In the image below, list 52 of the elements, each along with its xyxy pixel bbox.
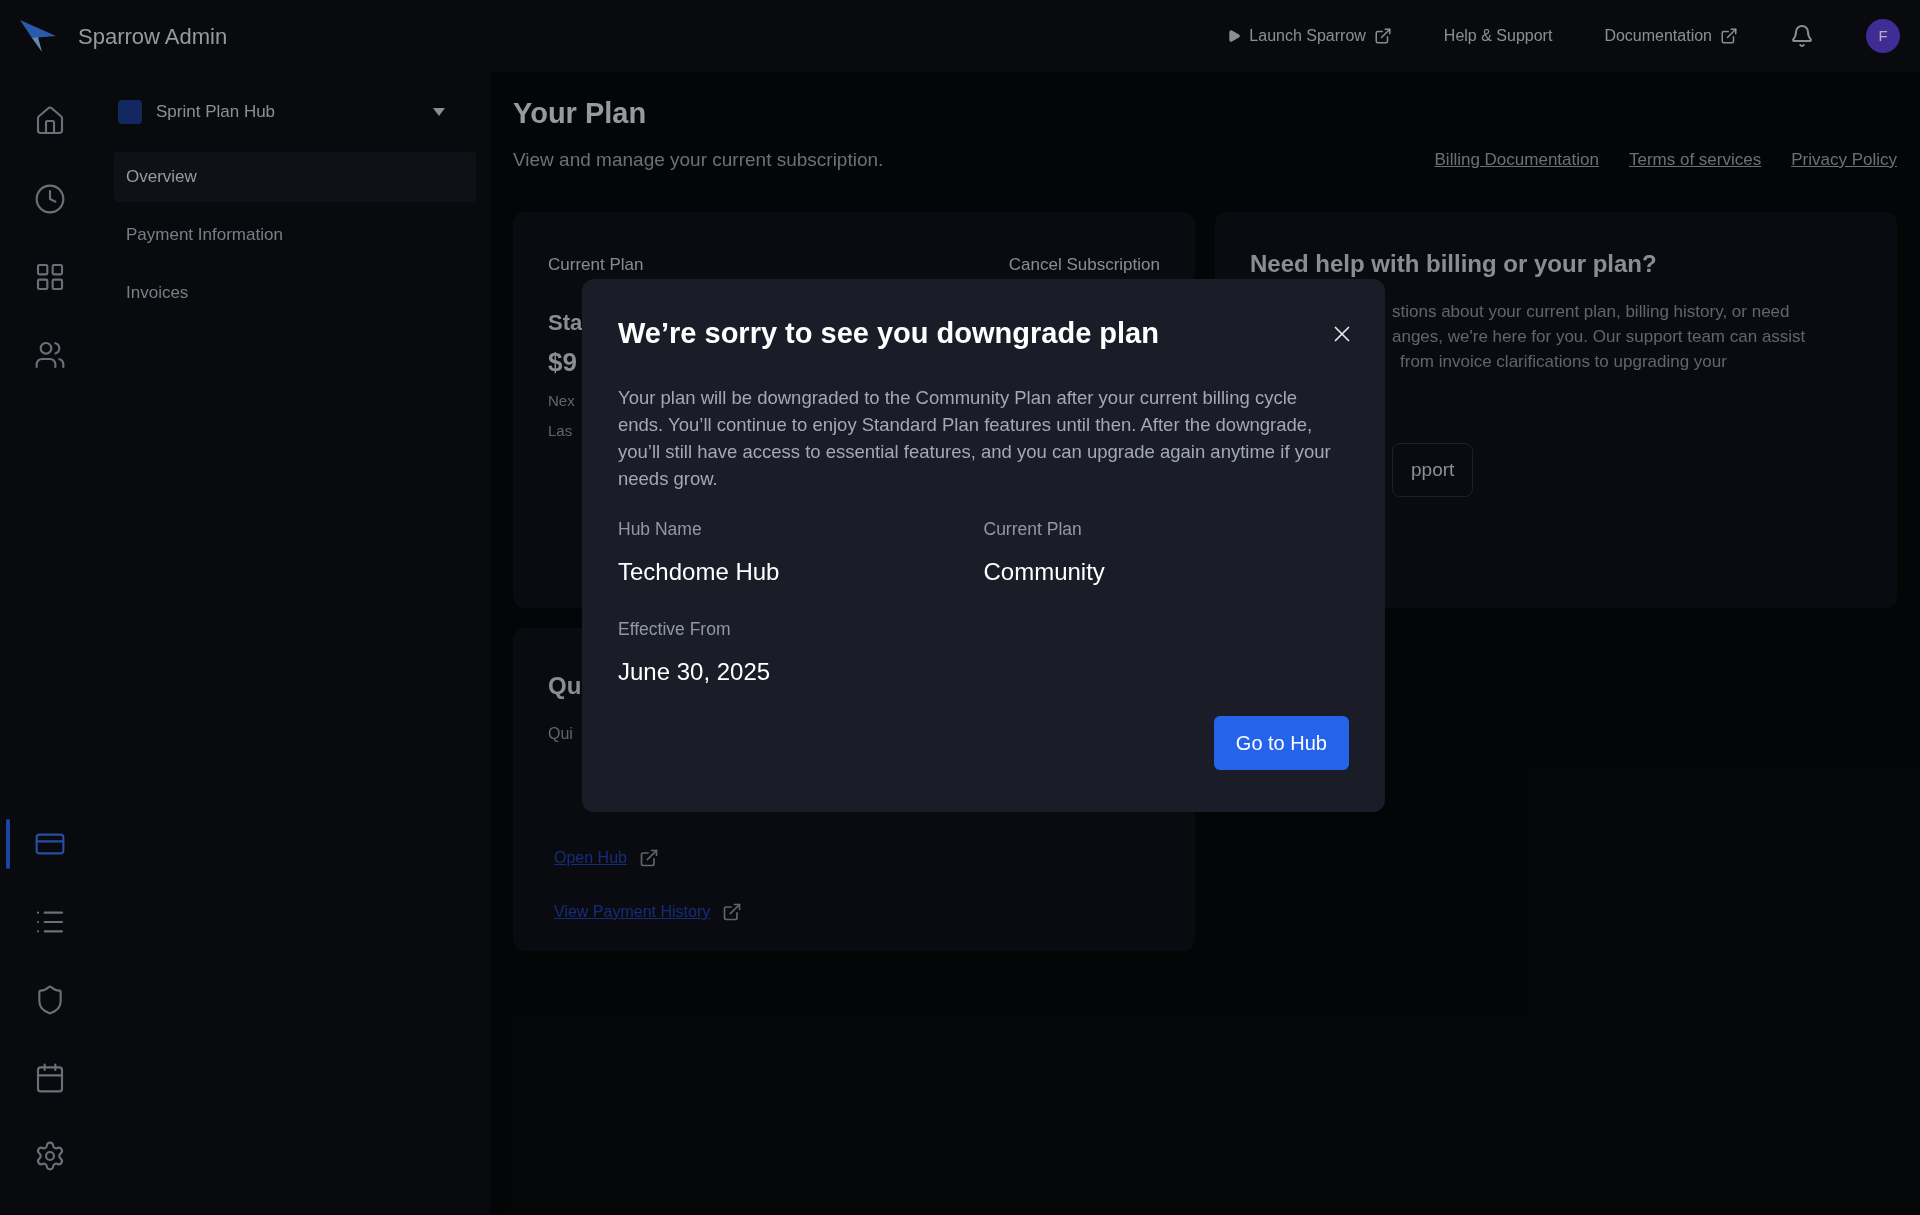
page-title: Your Plan [513, 96, 648, 131]
external-link-icon [1720, 27, 1738, 45]
plan-price: $9 [548, 345, 577, 379]
sidebar-item[interactable]: Invoices [114, 268, 476, 318]
card-label: Current Plan [548, 254, 644, 276]
card-title: Qu [548, 671, 582, 701]
footer-link[interactable]: Terms of services [1628, 146, 1762, 172]
settings-icon[interactable] [34, 1140, 66, 1172]
plan-detail: Nex [548, 390, 575, 411]
field-label: Effective From [618, 617, 732, 641]
plan-name: Sta [548, 308, 583, 337]
card-title: Need help with billing or your plan? [1250, 249, 1658, 279]
field-label: Hub Name [618, 517, 703, 541]
help-text: from invoice clarifications to upgrading your [1400, 351, 1728, 373]
hub-icon [118, 100, 142, 124]
card-subtitle: Qui [548, 724, 573, 744]
field-value: Techdome Hub [618, 556, 781, 587]
grid-icon[interactable] [34, 261, 66, 293]
sidebar-item[interactable]: Payment Information [114, 210, 476, 260]
field-value: June 30, 2025 [618, 657, 772, 687]
footer-link[interactable]: Privacy Policy [1791, 146, 1897, 172]
bell-icon[interactable] [1790, 24, 1814, 48]
field-value: Community [983, 556, 1106, 587]
app-name: Sparrow Admin [78, 22, 228, 51]
support-button[interactable]: pport [1392, 443, 1474, 497]
cancel-link[interactable]: Cancel Subscription [1008, 252, 1160, 278]
play-icon [1227, 29, 1242, 43]
nav-link[interactable]: Documentation [1604, 24, 1712, 48]
dialog-title: We’re sorry to see you downgrade plan [618, 316, 1159, 351]
dropdown-caret-icon [432, 107, 446, 117]
hub-selector[interactable]: Sprint Plan Hub [114, 92, 476, 132]
page-subtitle: View and manage your current subscription. [513, 147, 884, 172]
external-link-icon [1373, 27, 1392, 45]
home-icon[interactable] [34, 105, 66, 137]
active-indicator [6, 819, 10, 869]
logo-icon [18, 18, 58, 54]
go-to-hub-button[interactable]: Go to Hub [1213, 716, 1349, 770]
avatar[interactable]: F [1866, 19, 1900, 53]
nav-link[interactable]: Launch Sparrow [1249, 24, 1366, 48]
nav-link[interactable]: Help & Support [1443, 24, 1553, 48]
external-link-icon [722, 902, 743, 922]
clock-icon[interactable] [34, 183, 66, 215]
users-icon[interactable] [34, 339, 66, 371]
dialog-message: Your plan will be downgraded to the Community Plan after your current billing cycle ends. You’ll continue to enjoy Standard Plan features until then. After the downgrade, you’ll still have access to essential features, and you can upgrade again anytime if your needs grow. [618, 385, 1332, 491]
field-label: Current Plan [983, 517, 1083, 541]
footer-link[interactable]: Billing Documentation [1434, 146, 1599, 172]
plan-detail: Las [548, 421, 573, 441]
sidebar-item[interactable]: Overview [114, 152, 476, 202]
help-text: anges, we're here for you. Our support team can assist [1392, 326, 1807, 348]
help-text: stions about your current plan, billing history, or need [1392, 301, 1791, 323]
calendar-icon[interactable] [34, 1062, 66, 1094]
external-link-icon [638, 848, 659, 868]
